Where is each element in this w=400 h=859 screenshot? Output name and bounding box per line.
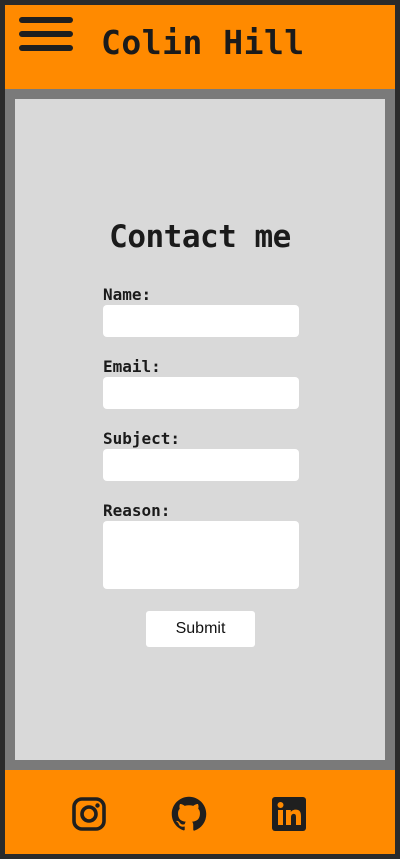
name-input[interactable] — [103, 305, 299, 337]
reason-label: Reason: — [103, 501, 171, 520]
site-footer — [5, 770, 395, 854]
site-title: Colin Hill — [101, 23, 305, 62]
menu-bar — [19, 45, 73, 51]
github-icon[interactable] — [171, 796, 207, 832]
contact-heading: Contact me — [109, 219, 291, 255]
subject-input[interactable] — [103, 449, 299, 481]
contact-section: Contact me Name: Email: Subject: Reason:… — [15, 99, 385, 760]
reason-textarea[interactable] — [103, 521, 299, 589]
site-header: Colin Hill — [5, 5, 395, 89]
page-frame: Colin Hill Contact me Name: Email: Subje… — [5, 5, 395, 854]
menu-bar — [19, 17, 73, 23]
instagram-icon[interactable] — [71, 796, 107, 832]
email-input[interactable] — [103, 377, 299, 409]
linkedin-icon[interactable] — [271, 796, 307, 832]
name-label: Name: — [103, 285, 152, 304]
submit-button[interactable]: Submit — [146, 611, 255, 647]
subject-label: Subject: — [103, 429, 181, 448]
hamburger-menu-icon[interactable] — [19, 17, 73, 53]
email-label: Email: — [103, 357, 161, 376]
menu-bar — [19, 31, 73, 37]
